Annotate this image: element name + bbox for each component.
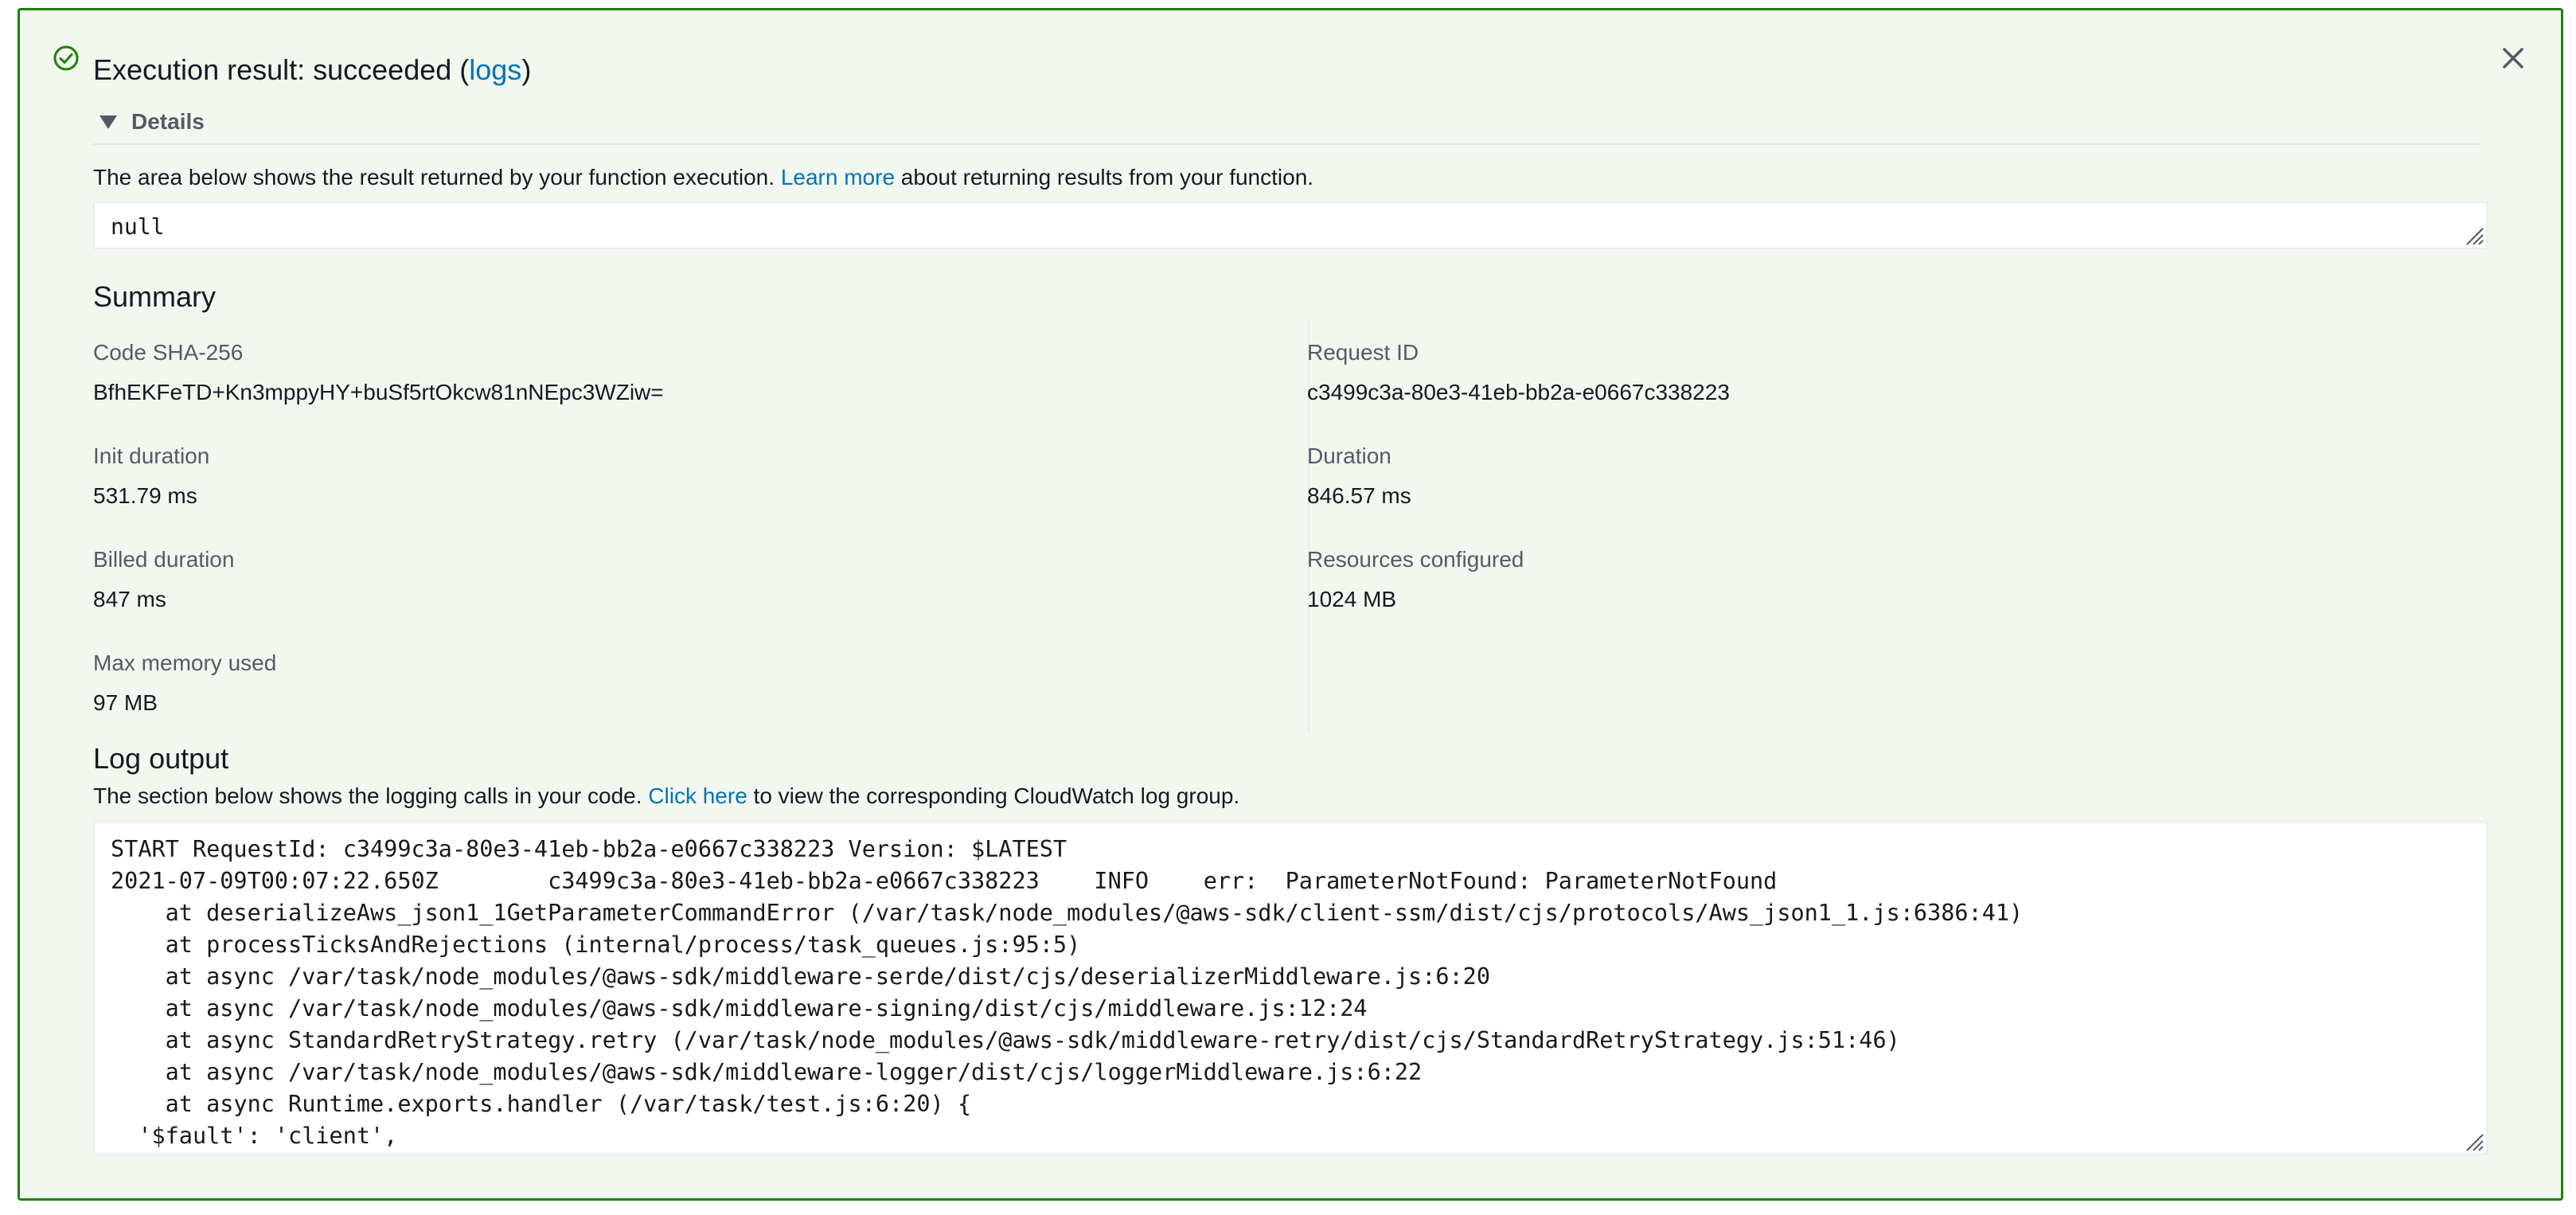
code-sha-value: BfhEKFeTD+Kn3mppyHY+buSf5rtOkcw81nNEpc3W…: [93, 380, 664, 404]
log-output-textarea[interactable]: START RequestId: c3499c3a-80e3-41eb-bb2a…: [93, 821, 2488, 1155]
init-duration-label: Init duration: [93, 443, 210, 468]
summary-heading: Summary: [93, 280, 217, 313]
learn-more-link[interactable]: Learn more: [781, 165, 895, 189]
duration-label: Duration: [1307, 443, 1391, 468]
log-line: 2021-07-09T00:07:22.650Z c3499c3a-80e3-4…: [111, 868, 1778, 894]
init-duration-value: 531.79 ms: [93, 483, 197, 508]
logs-link[interactable]: logs: [469, 53, 521, 86]
caret-down-icon: [100, 115, 117, 129]
execution-result-title: Execution result: succeeded (logs): [93, 52, 531, 88]
details-divider: [93, 143, 2481, 145]
resources-configured-label: Resources configured: [1307, 547, 1524, 572]
result-desc-text: The area below shows the result returned…: [93, 165, 781, 189]
resize-handle-icon[interactable]: [2464, 225, 2484, 246]
result-description: The area below shows the result returned…: [93, 162, 1313, 193]
execution-result-panel: Execution result: succeeded (logs) Detai…: [18, 8, 2563, 1201]
log-line: at async /var/task/node_modules/@aws-sdk…: [111, 963, 1491, 990]
log-desc-text: The section below shows the logging call…: [93, 783, 649, 808]
log-line: at async Runtime.exports.handler (/var/t…: [111, 1091, 971, 1117]
log-line: '$fault': 'client',: [111, 1123, 398, 1149]
request-id-label: Request ID: [1307, 340, 1419, 365]
log-desc-text-after: to view the corresponding CloudWatch log…: [747, 783, 1240, 808]
details-toggle[interactable]: Details: [100, 106, 205, 138]
max-memory-label: Max memory used: [93, 650, 277, 675]
billed-duration-label: Billed duration: [93, 547, 235, 572]
request-id-value: c3499c3a-80e3-41eb-bb2a-e0667c338223: [1307, 380, 1730, 404]
result-output-textarea[interactable]: null: [93, 201, 2488, 249]
log-line: at processTicksAndRejections (internal/p…: [111, 932, 1081, 958]
result-title-text: Execution result: succeeded (: [93, 53, 470, 86]
max-memory-value: 97 MB: [93, 690, 158, 715]
log-line: at async /var/task/node_modules/@aws-sdk…: [111, 995, 1368, 1022]
resources-configured-value: 1024 MB: [1307, 587, 1397, 611]
billed-duration-value: 847 ms: [93, 587, 166, 611]
result-desc-text-after: about returning results from your functi…: [895, 165, 1314, 189]
result-title-suffix: ): [521, 53, 532, 86]
log-line: at deserializeAws_json1_1GetParameterCom…: [111, 900, 2024, 926]
check-circle-icon: [53, 45, 79, 71]
code-sha-label: Code SHA-256: [93, 340, 244, 365]
log-description: The section below shows the logging call…: [93, 780, 1239, 812]
close-icon[interactable]: [2497, 42, 2529, 74]
log-line: START RequestId: c3499c3a-80e3-41eb-bb2a…: [111, 836, 1067, 862]
resize-handle-icon[interactable]: [2464, 1131, 2484, 1152]
log-output-heading: Log output: [93, 742, 229, 775]
cloudwatch-click-here-link[interactable]: Click here: [648, 783, 747, 808]
duration-value: 846.57 ms: [1307, 483, 1411, 508]
details-label: Details: [131, 109, 205, 134]
log-line: at async StandardRetryStrategy.retry (/v…: [111, 1027, 1900, 1053]
log-line: at async /var/task/node_modules/@aws-sdk…: [111, 1059, 1423, 1085]
result-value: null: [111, 213, 165, 240]
